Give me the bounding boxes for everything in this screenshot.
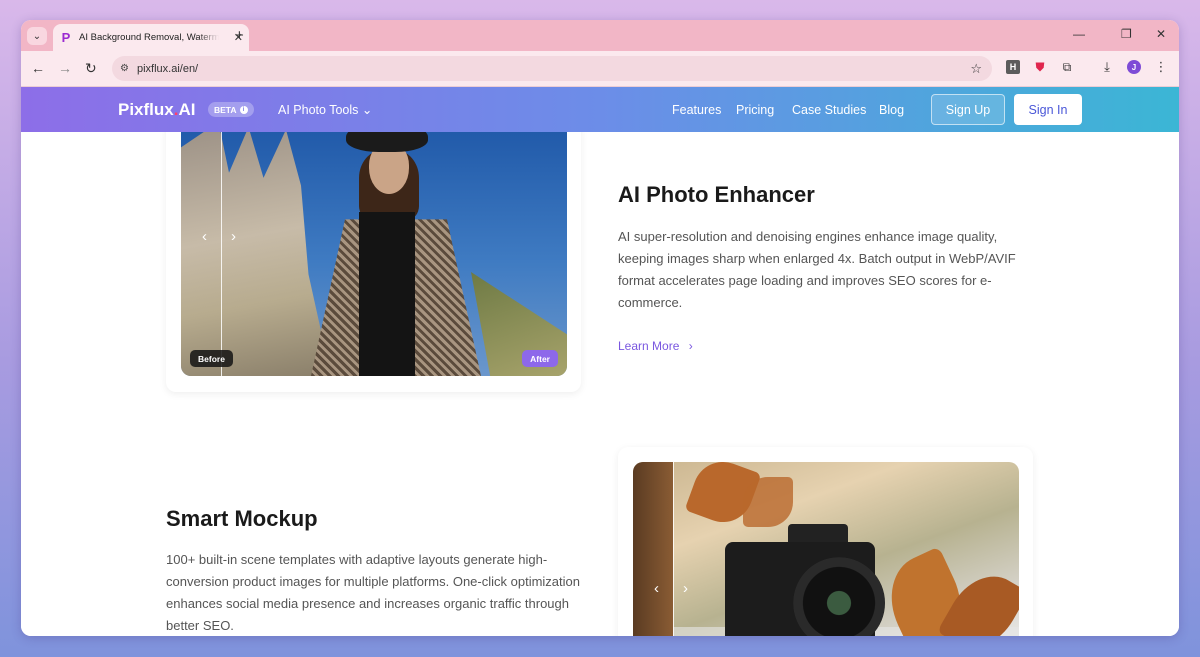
- nav-pricing[interactable]: Pricing: [736, 103, 774, 117]
- nav-features[interactable]: Features: [672, 103, 721, 117]
- reload-icon[interactable]: ↻: [85, 60, 97, 77]
- info-icon: i: [239, 105, 248, 114]
- logo-suffix: AI: [178, 100, 196, 119]
- sign-in-button[interactable]: Sign In: [1014, 94, 1082, 125]
- gaudi-building-shape: [181, 132, 331, 376]
- logo-text: Pixflux: [118, 100, 174, 119]
- enhancer-title: AI Photo Enhancer: [618, 182, 815, 207]
- leaf-shape: [743, 477, 793, 527]
- comparison-slider-handle[interactable]: [221, 132, 222, 376]
- enhancer-comparison-card: ‹ › Before After: [166, 132, 581, 392]
- nav-case-studies[interactable]: Case Studies: [792, 103, 866, 117]
- beta-label: BETA: [214, 104, 237, 115]
- sign-up-button[interactable]: Sign Up: [931, 94, 1005, 125]
- new-tab-button[interactable]: +: [235, 27, 244, 44]
- site-info-icon[interactable]: ⚙: [120, 63, 129, 74]
- enhancer-before-after-image[interactable]: ‹ › Before After: [181, 132, 567, 376]
- tools-menu-label: AI Photo Tools: [278, 103, 359, 117]
- restore-icon[interactable]: ❐: [1121, 27, 1132, 41]
- mockup-before-after-image[interactable]: ‹ ›: [633, 462, 1019, 636]
- browser-window: ⌄ P AI Background Removal, Watermark ✕ +…: [21, 20, 1179, 636]
- pixflux-logo[interactable]: Pixflux.AI: [118, 100, 195, 120]
- minimize-icon[interactable]: —: [1073, 27, 1085, 41]
- close-window-icon[interactable]: ✕: [1156, 27, 1166, 41]
- chevron-left-icon[interactable]: ‹: [202, 228, 207, 245]
- learn-more-label: Learn More: [618, 339, 680, 353]
- url-text[interactable]: pixflux.ai/en/: [137, 63, 198, 75]
- shirt-shape: [359, 212, 415, 376]
- chevron-right-icon: ›: [688, 339, 693, 353]
- before-badge: Before: [190, 350, 233, 367]
- tab-title: AI Background Removal, Watermark: [79, 32, 219, 43]
- ai-photo-tools-menu[interactable]: AI Photo Tools ⌄: [278, 102, 372, 117]
- extensions-puzzle-icon[interactable]: ⧉: [1060, 60, 1074, 74]
- browser-tab[interactable]: P AI Background Removal, Watermark ✕: [53, 24, 249, 51]
- bookmark-star-icon[interactable]: ☆: [970, 61, 982, 77]
- shield-extension-icon[interactable]: ⛊: [1033, 60, 1047, 74]
- forward-icon[interactable]: →: [58, 60, 72, 76]
- enhancer-description: AI super-resolution and denoising engine…: [618, 229, 1016, 310]
- back-icon[interactable]: ←: [31, 60, 45, 76]
- address-bar[interactable]: ⚙ pixflux.ai/en/ ☆: [112, 56, 992, 81]
- after-badge: After: [522, 350, 558, 367]
- profile-avatar[interactable]: J: [1127, 60, 1141, 74]
- browser-toolbar: ← → ↻ ⚙ pixflux.ai/en/ ☆ H ⛊ ⧉ ⤓ J ⋮: [21, 51, 1179, 87]
- menu-kebab-icon[interactable]: ⋮: [1154, 59, 1168, 74]
- chevron-right-icon[interactable]: ›: [231, 228, 236, 245]
- chevron-down-icon: ⌄: [361, 103, 373, 117]
- chevron-down-icon: ⌄: [32, 30, 42, 42]
- pixflux-favicon-icon: P: [61, 30, 71, 45]
- chevron-left-icon[interactable]: ‹: [654, 580, 659, 597]
- beret-shape: [346, 132, 428, 152]
- tab-strip: ⌄ P AI Background Removal, Watermark ✕ +…: [21, 20, 1179, 51]
- mockup-comparison-card: ‹ ›: [618, 447, 1033, 636]
- site-header: Pixflux.AI BETA i AI Photo Tools ⌄ Featu…: [21, 87, 1179, 132]
- tab-search-button[interactable]: ⌄: [27, 27, 47, 45]
- h-extension-icon[interactable]: H: [1006, 60, 1020, 74]
- nav-blog[interactable]: Blog: [879, 103, 904, 117]
- mockup-title: Smart Mockup: [166, 506, 318, 531]
- mockup-description: 100+ built-in scene templates with adapt…: [166, 552, 581, 633]
- learn-more-link[interactable]: Learn More ›: [618, 339, 693, 353]
- beta-badge: BETA i: [208, 102, 254, 117]
- main-content: ‹ › Before After AI Photo Enhancer AI su…: [21, 132, 1179, 636]
- comparison-slider-handle[interactable]: [673, 462, 674, 636]
- chevron-right-icon[interactable]: ›: [683, 580, 688, 597]
- download-icon[interactable]: ⤓: [1100, 59, 1114, 74]
- door-shape: [633, 462, 673, 636]
